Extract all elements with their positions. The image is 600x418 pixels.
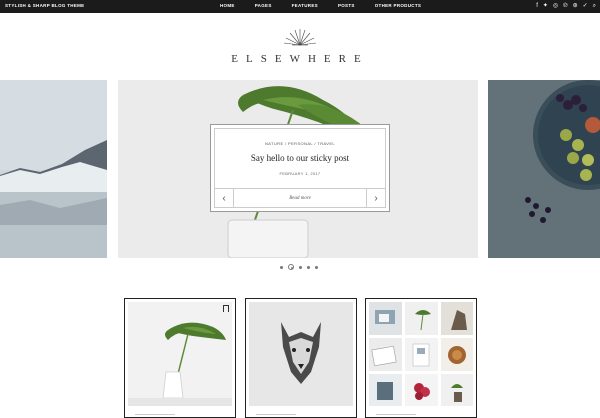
slider-dot[interactable] — [307, 265, 310, 269]
collage-photo — [369, 374, 402, 406]
collage-photo — [441, 374, 473, 406]
post-card-nav: ‹ Read more › — [215, 188, 385, 207]
collage-photo — [441, 302, 473, 335]
post-tile-monstera[interactable] — [124, 298, 236, 418]
tile-caption-line — [376, 414, 416, 415]
collage-photo — [405, 338, 438, 371]
search-icon[interactable]: ⌕ — [593, 2, 596, 11]
pinterest-icon[interactable]: ℗ — [563, 2, 567, 11]
twitter-icon[interactable]: ✦ — [543, 2, 548, 11]
slide-image-fruit-plate[interactable] — [488, 80, 600, 258]
instagram-icon[interactable]: ◎ — [553, 2, 558, 11]
vimeo-icon[interactable]: ✓ — [583, 2, 588, 11]
collage-photo — [405, 302, 438, 335]
post-categories[interactable]: NATURE / PERSONAL / TRAVEL — [215, 141, 385, 146]
dribbble-icon[interactable]: ⊛ — [573, 2, 578, 11]
post-title[interactable]: Say hello to our sticky post — [215, 153, 385, 163]
tile-caption-line — [256, 414, 296, 415]
site-logo[interactable]: ELSEWHERE — [0, 53, 600, 65]
bookmark-icon[interactable] — [223, 305, 229, 312]
slider-dot[interactable] — [280, 265, 283, 269]
nav-pages[interactable]: PAGES — [255, 3, 272, 8]
slider-pagination — [280, 264, 318, 270]
nav-posts[interactable]: POSTS — [338, 3, 355, 8]
collage-photo — [369, 338, 402, 371]
slider-dot-active[interactable] — [288, 264, 294, 270]
collage-photo — [441, 338, 473, 371]
slider-dot[interactable] — [299, 265, 302, 269]
site-tagline: STYLISH & SHARP BLOG THEME — [5, 3, 85, 8]
slide-image-mountains[interactable] — [0, 80, 107, 258]
slider-dot[interactable] — [315, 265, 318, 269]
collage-photo — [405, 374, 438, 406]
post-tile-collage[interactable] — [365, 298, 477, 418]
post-tile-wolf[interactable] — [245, 298, 357, 418]
sticky-post-card: NATURE / PERSONAL / TRAVEL Say hello to … — [210, 124, 390, 212]
tile-caption-line — [135, 414, 175, 415]
sunburst-logo-icon — [283, 29, 317, 46]
social-links: f ✦ ◎ ℗ ⊛ ✓ ⌕ — [536, 2, 596, 11]
read-more-link[interactable]: Read more — [234, 189, 366, 207]
nav-features[interactable]: FEATURES — [292, 3, 318, 8]
post-date: FEBRUARY 1, 2017 — [279, 171, 321, 176]
next-arrow-icon[interactable]: › — [366, 189, 385, 207]
monstera-vase-image — [128, 302, 232, 406]
featured-slide: NATURE / PERSONAL / TRAVEL Say hello to … — [118, 80, 478, 258]
nav-home[interactable]: HOME — [220, 3, 235, 8]
wolf-sketch-image — [249, 302, 353, 406]
main-nav: HOME PAGES FEATURES POSTS OTHER PRODUCTS — [220, 3, 441, 8]
top-bar: STYLISH & SHARP BLOG THEME HOME PAGES FE… — [0, 0, 600, 13]
photo-collage-image — [369, 302, 473, 406]
facebook-icon[interactable]: f — [536, 2, 538, 11]
nav-other-products[interactable]: OTHER PRODUCTS — [375, 3, 421, 8]
collage-photo — [369, 302, 402, 335]
post-card-inner: NATURE / PERSONAL / TRAVEL Say hello to … — [214, 128, 386, 208]
prev-arrow-icon[interactable]: ‹ — [215, 189, 234, 207]
